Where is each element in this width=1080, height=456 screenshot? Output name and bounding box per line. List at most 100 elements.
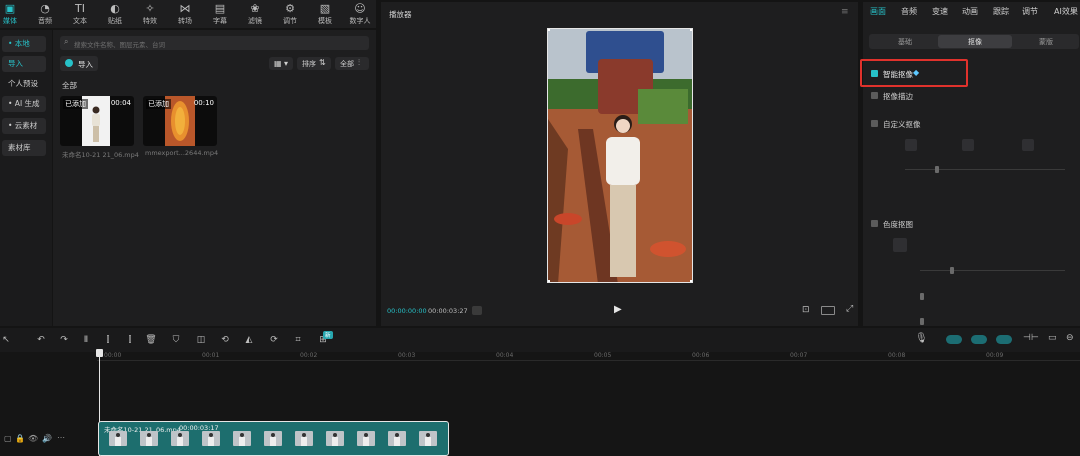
audio-icon: ◔ [40,2,50,15]
sort-icon: ⇅ [319,58,326,67]
shadow-slider-thumb[interactable] [920,293,924,300]
toolbar-item-sticker[interactable]: ◐ 贴纸 [98,2,132,26]
eraser-tool-button[interactable] [962,139,974,151]
rotate-icon[interactable]: ⟳ [268,334,280,346]
brush-size-slider[interactable] [905,169,1065,170]
slider-thumb[interactable] [950,267,954,274]
diamond-icon: ◆ [913,68,920,77]
media-item[interactable]: 已添加 00:04 [60,96,134,146]
link-toggle-2[interactable] [971,335,987,344]
filter-button[interactable]: 全部 ⫶ [335,57,369,70]
freeze-icon[interactable]: ◫ [195,334,207,346]
timeline-tick: 00:09 [986,352,1004,359]
search-input[interactable]: ⌕ 搜索文件名称、图层元素、台词 [60,36,369,50]
edge-slider-thumb[interactable] [920,318,924,325]
clip-frame-thumbnail [388,431,406,446]
redo-icon[interactable]: ↷ [58,334,70,346]
toolbar-item-adjust[interactable]: ⚙ 调节 [273,2,307,26]
toolbar-item-label: 滤镜 [248,17,262,25]
shield-icon[interactable]: ⛉ [170,334,182,346]
tab-6[interactable]: AI效果 [1054,6,1078,17]
matting-stroke-checkbox[interactable] [871,92,878,99]
resize-handle[interactable] [690,280,692,282]
media-item[interactable]: 已添加 00:10 [143,96,217,146]
tab-4[interactable]: 跟踪 [993,6,1009,17]
split-view-icon[interactable]: ⊣⊢ [1023,333,1039,343]
microphone-icon[interactable]: 🎙 [915,333,928,344]
nav-item[interactable]: 个人预设 [2,76,46,92]
resize-handle[interactable] [548,29,550,31]
search-icon: ⌕ [64,37,69,46]
track-visibility-icon[interactable]: 👁 [28,434,38,443]
toolbar-item-transition[interactable]: ⋈ 转场 [168,2,202,26]
track-lock-icon[interactable]: ▢ [4,434,12,443]
resize-handle[interactable] [548,280,550,282]
timecode-toggle[interactable] [472,306,482,315]
slider-thumb[interactable] [935,166,939,173]
caption-preview-icon[interactable]: ▭ [1048,333,1057,343]
toolbar-item-media[interactable]: ▣ 媒体 [0,2,27,26]
track-audio-icon[interactable]: 🔊 [42,434,52,443]
video-preview[interactable] [547,28,693,283]
custom-matting-label: 自定义抠像 [883,120,921,129]
subtab-basic[interactable]: 基础 [898,37,912,47]
toolbar-item-caption[interactable]: ▤ 字幕 [203,2,237,26]
nav-item[interactable]: 素材库 [2,140,46,156]
split-icon[interactable]: Ⅱ [80,334,92,346]
clip-frame-thumbnail [326,431,344,446]
fit-icon[interactable]: ⊡ [802,305,810,315]
toolbar-item-text[interactable]: TI 文本 [63,2,97,26]
toolbar-item-effects[interactable]: ✧ 特效 [133,2,167,26]
playhead-handle[interactable] [96,349,103,357]
sort-button[interactable]: 排序 ⇅ [297,57,331,70]
toolbar-item-digital-human[interactable]: ☺ 数字人 [343,2,377,26]
undo-icon[interactable]: ↶ [35,334,47,346]
toolbar-item-audio[interactable]: ◔ 音频 [28,2,62,26]
track-lock-icon[interactable]: 🔒 [15,434,25,443]
reset-tool-button[interactable] [1022,139,1034,151]
brush-tool-button[interactable] [905,139,917,151]
tab-5[interactable]: 调节 [1022,6,1038,17]
import-button[interactable]: 导入 [60,56,98,71]
split-right-icon[interactable]: ⫿ [124,334,136,346]
timeline-ruler[interactable] [97,352,1080,361]
intensity-slider[interactable] [920,270,1065,271]
crop-icon[interactable]: ⌗ [292,334,304,346]
toolbar-item-template[interactable]: ▧ 模板 [308,2,342,26]
template-icon: ▧ [319,2,331,15]
nav-item[interactable]: • 本地 [2,36,46,52]
clip-frame-thumbnail [109,431,127,446]
mirror-icon[interactable]: ◭ [243,334,255,346]
nav-item[interactable]: • AI 生成 [2,96,46,112]
nav-item[interactable]: • 云素材 [2,118,46,134]
select-icon[interactable]: ↖ [0,334,12,346]
color-picker-button[interactable] [893,238,907,252]
filter-label: 全部 [340,60,354,68]
chroma-key-checkbox[interactable] [871,220,878,227]
play-button[interactable]: ▶ [614,304,622,315]
subtab-mask[interactable]: 蒙版 [1039,37,1053,47]
custom-matting-checkbox[interactable] [871,120,878,127]
split-left-icon[interactable]: ⫿ [102,334,114,346]
track-more-icon[interactable]: ⋯ [57,433,65,442]
smart-matting-checkbox[interactable] [871,70,878,77]
reverse-icon[interactable]: ⟲ [219,334,231,346]
ratio-button[interactable] [821,306,835,315]
tab-2[interactable]: 变速 [932,6,948,17]
tab-0[interactable]: 画面 [870,6,886,17]
tab-1[interactable]: 音频 [901,6,917,17]
toolbar-item-filter[interactable]: ❀ 滤镜 [238,2,272,26]
fullscreen-icon[interactable]: ⤢ [846,304,853,314]
resize-handle[interactable] [690,29,692,31]
link-toggle-1[interactable] [946,335,962,344]
zoom-out-icon[interactable]: ⊖ [1066,333,1074,343]
nav-item[interactable]: 导入 [2,56,46,72]
clip-frame-thumbnail [357,431,375,446]
delete-icon[interactable]: 🗑 [145,334,157,346]
player-menu-icon[interactable]: ≡ [841,7,849,17]
toolbar-item-label: 贴纸 [108,17,122,25]
tab-3[interactable]: 动画 [962,6,978,17]
view-toggle-button[interactable]: ▦ ▾ [269,57,293,70]
link-toggle-3[interactable] [996,335,1012,344]
clip-frame-thumbnail [419,431,437,446]
